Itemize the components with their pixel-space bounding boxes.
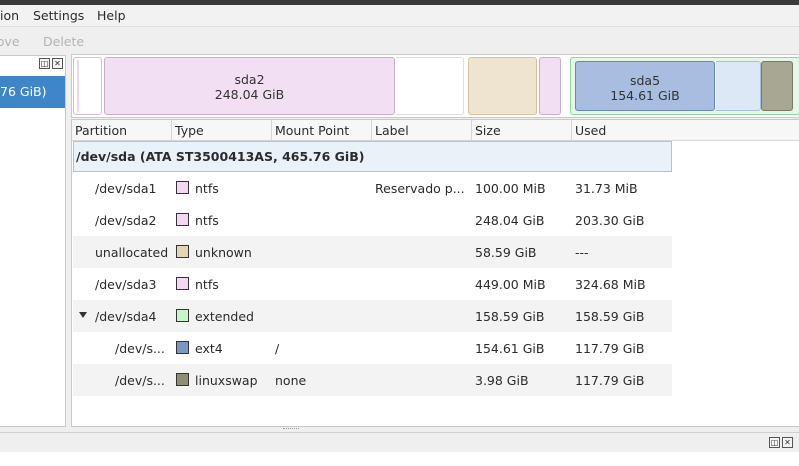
- device-label: 76 GiB): [0, 84, 47, 99]
- fs-color-swatch: [176, 277, 189, 290]
- graph-sda5[interactable]: sda5 154.61 GiB: [575, 61, 761, 111]
- toolbar: Move Delete: [0, 26, 799, 54]
- fs-color-swatch: [176, 341, 189, 354]
- graph-sda2[interactable]: sda2 248.04 GiB: [104, 57, 464, 115]
- partition-size: 154.61 GiB: [475, 341, 545, 356]
- partition-used: 203.30 GiB: [575, 213, 645, 228]
- graph-sda5-name: sda5: [629, 73, 661, 88]
- disk-row[interactable]: /dev/sda (ATA ST3500413AS, 465.76 GiB): [73, 141, 672, 172]
- graph-sda2-name: sda2: [234, 72, 265, 87]
- partition-label: Reservado p...: [375, 181, 465, 196]
- mount-point: none: [275, 373, 307, 388]
- fs-color-swatch: [176, 213, 189, 226]
- graph-sda6[interactable]: [761, 61, 793, 111]
- partition-size: 3.98 GiB: [475, 373, 529, 388]
- fs-type: ntfs: [195, 213, 219, 228]
- table-header: Partition Type Mount Point Label Size Us…: [72, 120, 799, 141]
- partition-table: Partition Type Mount Point Label Size Us…: [71, 119, 799, 427]
- device-list-item[interactable]: 76 GiB): [0, 76, 65, 108]
- partition-used: 117.79 GiB: [575, 341, 645, 356]
- partition-size: 158.59 GiB: [475, 309, 545, 324]
- menu-bar: ion Settings Help: [0, 5, 799, 26]
- col-label[interactable]: Label: [372, 120, 472, 141]
- table-row[interactable]: /dev/sda3 ntfs 449.00 MiB 324.68 MiB: [73, 268, 672, 300]
- device-panel: ◫ ✕ 76 GiB): [0, 55, 66, 427]
- close-icon[interactable]: ✕: [782, 437, 793, 448]
- graph-sda2-size: 248.04 GiB: [214, 87, 285, 102]
- details-dock-bar: ◫ ✕: [0, 432, 799, 452]
- partition-used: 31.73 MiB: [575, 181, 638, 196]
- mount-point: /: [275, 341, 280, 356]
- fs-type: ntfs: [195, 181, 219, 196]
- status-bar: [0, 452, 799, 466]
- col-used[interactable]: Used: [572, 120, 799, 141]
- partition-name: /dev/sda2: [95, 213, 157, 228]
- float-icon[interactable]: ◫: [769, 437, 780, 448]
- partition-name: /dev/sda4: [95, 309, 157, 324]
- fs-type: unknown: [195, 245, 252, 260]
- table-row[interactable]: /dev/sda2 ntfs 248.04 GiB 203.30 GiB: [73, 204, 672, 236]
- table-row[interactable]: /dev/sda1 ntfs Reservado p... 100.00 MiB…: [73, 172, 672, 204]
- col-type[interactable]: Type: [172, 120, 272, 141]
- partition-size: 58.59 GiB: [475, 245, 537, 260]
- move-button[interactable]: Move: [0, 34, 20, 49]
- graph-sda4[interactable]: sda5 154.61 GiB: [570, 57, 799, 115]
- partition-name: unallocated: [95, 245, 169, 260]
- expand-triangle-icon[interactable]: [79, 312, 87, 318]
- fs-color-swatch: [176, 245, 189, 258]
- fs-color-swatch: [176, 181, 189, 194]
- partition-size: 248.04 GiB: [475, 213, 545, 228]
- menu-help[interactable]: Help: [97, 8, 126, 23]
- delete-button[interactable]: Delete: [43, 34, 84, 49]
- table-row[interactable]: unallocated unknown 58.59 GiB ---: [73, 236, 672, 268]
- fs-type: ext4: [195, 341, 223, 356]
- fs-color-swatch: [176, 373, 189, 386]
- fs-type: ntfs: [195, 277, 219, 292]
- col-mount-point[interactable]: Mount Point: [272, 120, 372, 141]
- partition-size: 100.00 MiB: [475, 181, 546, 196]
- table-row[interactable]: /dev/s... ext4 / 154.61 GiB 117.79 GiB: [73, 332, 672, 364]
- col-partition[interactable]: Partition: [72, 120, 172, 141]
- table-row[interactable]: /dev/sda4 extended 158.59 GiB 158.59 GiB: [73, 300, 672, 332]
- fs-type: extended: [195, 309, 254, 324]
- partition-graph: sda2 248.04 GiB sda5 154.61 GiB: [71, 54, 799, 118]
- fs-type: linuxswap: [195, 373, 258, 388]
- graph-unallocated[interactable]: [468, 57, 537, 115]
- pane-splitter-handle[interactable]: [283, 428, 299, 431]
- graph-sda5-size: 154.61 GiB: [610, 88, 680, 103]
- fs-color-swatch: [176, 309, 189, 322]
- partition-used: ---: [575, 245, 589, 260]
- col-size[interactable]: Size: [472, 120, 572, 141]
- float-icon[interactable]: ◫: [39, 58, 50, 69]
- partition-name: /dev/s...: [115, 341, 165, 356]
- partition-name: /dev/s...: [115, 373, 165, 388]
- menu-partition[interactable]: ion: [0, 8, 19, 23]
- graph-sda3[interactable]: [539, 57, 561, 115]
- table-row[interactable]: /dev/s... linuxswap none 3.98 GiB 117.79…: [73, 364, 672, 396]
- partition-used: 158.59 GiB: [575, 309, 645, 324]
- partition-name: /dev/sda1: [95, 181, 157, 196]
- partition-size: 449.00 MiB: [475, 277, 546, 292]
- graph-sda1[interactable]: [73, 57, 102, 115]
- partition-name: /dev/sda3: [95, 277, 157, 292]
- close-icon[interactable]: ✕: [52, 58, 63, 69]
- menu-settings[interactable]: Settings: [33, 8, 84, 23]
- partition-used: 117.79 GiB: [575, 373, 645, 388]
- partition-used: 324.68 MiB: [575, 277, 646, 292]
